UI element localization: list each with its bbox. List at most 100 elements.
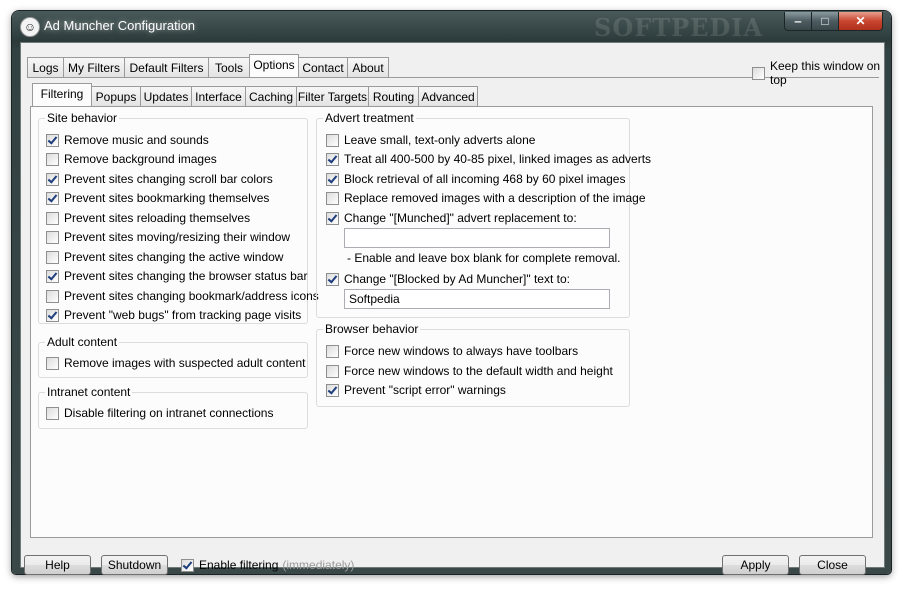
close-icon: ✕ xyxy=(855,14,866,28)
tab-routing[interactable]: Routing xyxy=(368,86,419,106)
checkbox-label: Disable filtering on intranet connection… xyxy=(64,406,274,420)
checkbox[interactable] xyxy=(46,133,59,147)
maximize-icon: □ xyxy=(821,14,829,28)
checkbox[interactable] xyxy=(326,364,339,378)
advert-treatment-item[interactable]: Leave small, text-only adverts alone xyxy=(326,133,535,147)
munched-replacement-input[interactable] xyxy=(344,228,610,248)
tab-contact[interactable]: Contact xyxy=(298,57,348,77)
checkbox[interactable] xyxy=(326,152,339,166)
advert-treatment-item[interactable]: Replace removed images with a descriptio… xyxy=(326,191,646,205)
advert-treatment-item[interactable]: Change "[Munched]" advert replacement to… xyxy=(326,211,577,225)
checkbox[interactable] xyxy=(326,211,339,225)
checkbox[interactable] xyxy=(46,230,59,244)
site-behavior-group: Site behavior Remove music and sounds Re… xyxy=(38,111,319,324)
blocked-text-input[interactable] xyxy=(344,289,610,309)
checkbox[interactable] xyxy=(46,211,59,225)
checkbox[interactable] xyxy=(46,289,59,303)
keep-on-top-label: Keep this window on top xyxy=(770,59,881,87)
checkbox[interactable] xyxy=(46,406,59,420)
checkbox[interactable] xyxy=(46,152,59,166)
adult-content-item[interactable]: Remove images with suspected adult conte… xyxy=(46,356,305,370)
immediately-note: (immediately) xyxy=(282,558,355,572)
checkbox-label: Change "[Blocked by Ad Muncher]" text to… xyxy=(344,272,570,286)
enable-filtering-checkbox[interactable] xyxy=(181,558,194,572)
tab-tools[interactable]: Tools xyxy=(208,57,250,77)
advert-treatment-title: Advert treatment xyxy=(323,111,416,125)
checkbox-label: Treat all 400-500 by 40-85 pixel, linked… xyxy=(344,152,652,166)
tab-popups[interactable]: Popups xyxy=(91,86,141,106)
site-behavior-item[interactable]: Prevent sites changing scroll bar colors xyxy=(46,172,273,186)
filtering-pane: Site behavior Remove music and sounds Re… xyxy=(30,106,873,538)
intranet-content-title: Intranet content xyxy=(45,385,133,399)
checkbox-label: Remove images with suspected adult conte… xyxy=(64,356,306,370)
adult-content-title: Adult content xyxy=(45,335,120,349)
tab-interface[interactable]: Interface xyxy=(191,86,246,106)
site-behavior-item[interactable]: Remove music and sounds xyxy=(46,133,209,147)
checkbox-label: Replace removed images with a descriptio… xyxy=(344,191,646,205)
checkbox-label: Block retrieval of all incoming 468 by 6… xyxy=(344,172,626,186)
checkbox[interactable] xyxy=(326,133,339,147)
keep-on-top-checkbox-row[interactable]: Keep this window on top xyxy=(752,59,884,87)
checkbox[interactable] xyxy=(46,172,59,186)
browser-behavior-item[interactable]: Force new windows to the default width a… xyxy=(326,364,613,378)
checkbox[interactable] xyxy=(326,272,339,286)
checkbox[interactable] xyxy=(326,344,339,358)
browser-behavior-item[interactable]: Force new windows to always have toolbar… xyxy=(326,344,578,358)
site-behavior-item[interactable]: Prevent sites changing the active window xyxy=(46,250,283,264)
minimize-button[interactable]: ‒ xyxy=(784,12,812,31)
checkbox-label: Remove music and sounds xyxy=(64,133,209,147)
tab-updates[interactable]: Updates xyxy=(140,86,192,106)
intranet-content-item[interactable]: Disable filtering on intranet connection… xyxy=(46,406,273,420)
site-behavior-item[interactable]: Prevent sites reloading themselves xyxy=(46,211,250,225)
tab-filter-targets[interactable]: Filter Targets xyxy=(296,86,369,106)
tab-about[interactable]: About xyxy=(347,57,389,77)
minimize-icon: ‒ xyxy=(794,14,802,28)
blocked-text-item[interactable]: Change "[Blocked by Ad Muncher]" text to… xyxy=(326,272,570,286)
checkbox[interactable] xyxy=(46,250,59,264)
help-button[interactable]: Help xyxy=(24,555,91,575)
enable-filtering-label: Enable filtering xyxy=(199,558,279,572)
checkbox[interactable] xyxy=(326,383,339,397)
advert-treatment-group: Advert treatment Leave small, text-only … xyxy=(316,111,651,318)
tab-caching[interactable]: Caching xyxy=(245,86,297,106)
checkbox-label: Prevent sites changing scroll bar colors xyxy=(64,172,273,186)
site-behavior-title: Site behavior xyxy=(45,111,120,125)
advert-treatment-item[interactable]: Block retrieval of all incoming 468 by 6… xyxy=(326,172,625,186)
shutdown-button[interactable]: Shutdown xyxy=(101,555,168,575)
site-behavior-item[interactable]: Prevent "web bugs" from tracking page vi… xyxy=(46,308,301,322)
title-bar[interactable]: ☺ Ad Muncher Configuration SOFTPEDIA ‒ □… xyxy=(12,11,891,42)
checkbox-label: Prevent sites reloading themselves xyxy=(64,211,251,225)
keep-on-top-checkbox[interactable] xyxy=(752,66,765,80)
adult-content-group: Adult content Remove images with suspect… xyxy=(38,335,308,378)
checkbox[interactable] xyxy=(46,269,59,283)
site-behavior-item[interactable]: Remove background images xyxy=(46,152,217,166)
advert-treatment-item[interactable]: Treat all 400-500 by 40-85 pixel, linked… xyxy=(326,152,651,166)
site-behavior-item[interactable]: Prevent sites changing the browser statu… xyxy=(46,269,307,283)
maximize-button[interactable]: □ xyxy=(811,12,839,31)
checkbox[interactable] xyxy=(46,356,59,370)
tab-advanced[interactable]: Advanced xyxy=(418,86,478,106)
tab-default-filters[interactable]: Default Filters xyxy=(124,57,209,77)
checkbox[interactable] xyxy=(326,172,339,186)
checkbox[interactable] xyxy=(46,191,59,205)
site-behavior-item[interactable]: Prevent sites changing bookmark/address … xyxy=(46,289,319,303)
apply-button[interactable]: Apply xyxy=(722,555,789,575)
checkbox-label: Remove background images xyxy=(64,152,217,166)
site-behavior-item[interactable]: Prevent sites moving/resizing their wind… xyxy=(46,230,290,244)
browser-behavior-item[interactable]: Prevent "script error" warnings xyxy=(326,383,506,397)
app-window: ☺ Ad Muncher Configuration SOFTPEDIA ‒ □… xyxy=(12,11,891,575)
tab-filtering[interactable]: Filtering xyxy=(32,83,92,106)
tab-my-filters[interactable]: My Filters xyxy=(63,57,125,77)
close-window-button[interactable]: ✕ xyxy=(838,12,883,31)
checkbox[interactable] xyxy=(326,191,339,205)
enable-filtering-row[interactable]: Enable filtering (immediately) xyxy=(181,558,354,572)
watermark: SOFTPEDIA xyxy=(594,13,764,42)
checkbox[interactable] xyxy=(46,308,59,322)
close-button[interactable]: Close xyxy=(799,555,866,575)
tab-logs[interactable]: Logs xyxy=(27,57,64,77)
checkbox-label: Leave small, text-only adverts alone xyxy=(344,133,536,147)
tab-options[interactable]: Options xyxy=(249,54,299,77)
checkbox-label: Prevent sites changing the active window xyxy=(64,250,284,264)
site-behavior-item[interactable]: Prevent sites bookmarking themselves xyxy=(46,191,269,205)
checkbox-label: Prevent sites bookmarking themselves xyxy=(64,191,270,205)
